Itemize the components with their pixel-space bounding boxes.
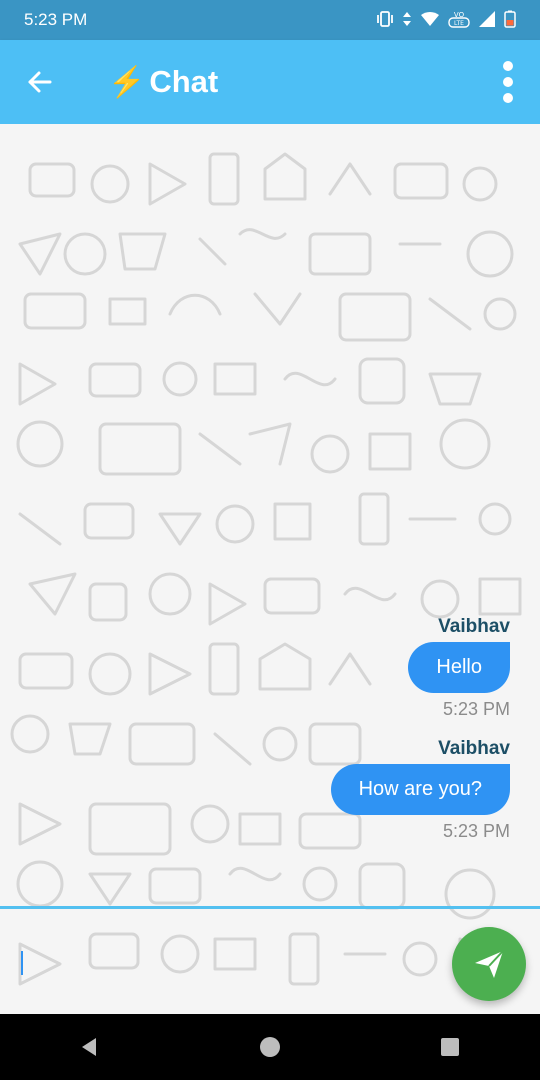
message-sender: Vaibhav bbox=[438, 738, 510, 759]
back-button[interactable] bbox=[18, 60, 62, 104]
nav-home-button[interactable] bbox=[248, 1025, 292, 1069]
message-item: Vaibhav Hello 5:23 PM bbox=[260, 616, 510, 720]
volte-icon: VO LTE bbox=[448, 10, 470, 30]
title-wrap: ⚡ Chat bbox=[108, 64, 218, 100]
nav-recents-icon bbox=[441, 1038, 459, 1056]
svg-text:VO: VO bbox=[454, 11, 465, 19]
message-bubble[interactable]: How are you? bbox=[330, 764, 510, 815]
back-arrow-icon bbox=[28, 71, 52, 93]
lightning-icon: ⚡ bbox=[108, 65, 146, 99]
message-input[interactable] bbox=[20, 941, 430, 981]
status-icons: VO LTE bbox=[376, 10, 516, 30]
page-title: Chat bbox=[149, 64, 219, 99]
nav-back-button[interactable] bbox=[68, 1025, 112, 1069]
vibrate-icon bbox=[376, 10, 394, 30]
nav-back-icon bbox=[82, 1038, 96, 1056]
system-nav-bar bbox=[0, 1014, 540, 1080]
wifi-icon bbox=[420, 10, 440, 30]
menu-dot-icon bbox=[503, 61, 513, 71]
chat-area[interactable]: Vaibhav Hello 5:23 PM Vaibhav How are yo… bbox=[0, 124, 540, 1014]
message-time: 5:23 PM bbox=[442, 699, 510, 719]
text-cursor bbox=[21, 951, 23, 975]
battery-icon bbox=[504, 10, 516, 30]
svg-text:LTE: LTE bbox=[454, 20, 464, 27]
more-options-button[interactable] bbox=[494, 60, 522, 104]
menu-dot-icon bbox=[503, 77, 513, 87]
app-bar: ⚡ Chat bbox=[0, 40, 540, 124]
status-time: 5:23 PM bbox=[24, 10, 88, 29]
menu-dot-icon bbox=[503, 93, 513, 103]
nav-recents-button[interactable] bbox=[428, 1025, 472, 1069]
chat-wallpaper bbox=[10, 152, 522, 986]
message-item: Vaibhav How are you? 5:23 PM bbox=[260, 738, 510, 842]
message-time: 5:23 PM bbox=[442, 821, 510, 841]
send-icon bbox=[475, 950, 504, 978]
nav-home-icon bbox=[260, 1037, 280, 1057]
status-bar: 5:23 PM VO LTE bbox=[0, 0, 540, 40]
send-button[interactable] bbox=[452, 927, 526, 1001]
data-arrows-icon bbox=[402, 10, 412, 30]
message-list: Vaibhav Hello 5:23 PM Vaibhav How are yo… bbox=[260, 616, 510, 860]
message-bubble[interactable]: Hello bbox=[408, 642, 510, 693]
message-composer bbox=[0, 906, 540, 1014]
signal-icon bbox=[478, 10, 496, 30]
message-sender: Vaibhav bbox=[438, 616, 510, 637]
